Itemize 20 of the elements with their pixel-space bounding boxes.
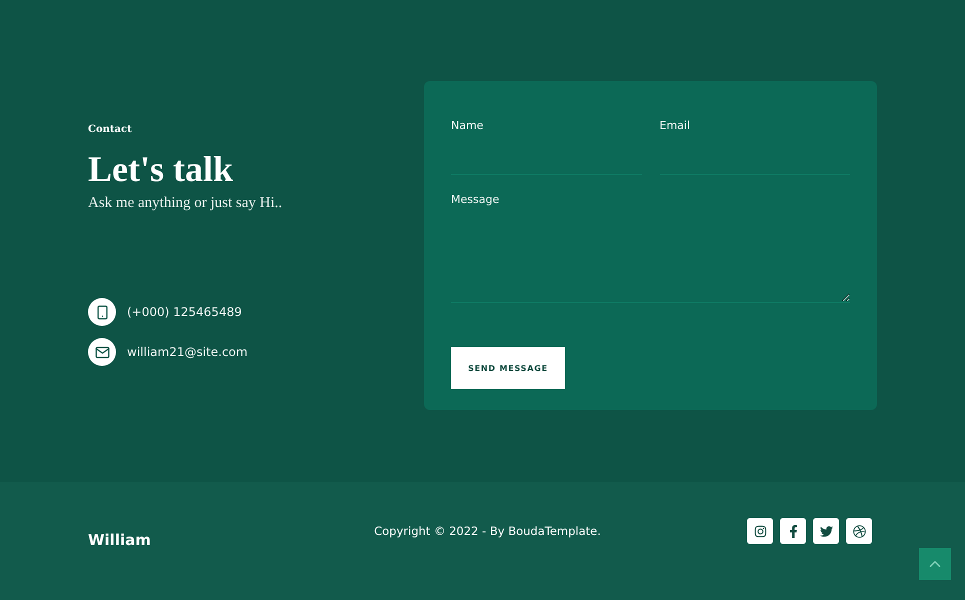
field-label: Name	[451, 119, 484, 132]
email-address: william21@site.com	[127, 345, 248, 359]
instagram-icon	[754, 524, 766, 538]
dribbble-icon	[852, 524, 866, 538]
copyright-text: Copyright © 2022 - By BoudaTemplate.	[373, 524, 602, 538]
phone-icon	[94, 304, 110, 320]
field-label: Email	[660, 119, 692, 132]
send-button[interactable]: SEND MESSAGE	[451, 347, 565, 389]
envelope-icon	[94, 344, 110, 360]
subtitle: Ask me anything or just say Hi..	[88, 195, 284, 212]
heading: Let's talk	[88, 151, 234, 187]
social-link[interactable]	[813, 518, 839, 544]
social-link[interactable]	[747, 518, 773, 544]
field-label: Message	[451, 193, 500, 206]
social-link[interactable]	[780, 518, 806, 544]
brand-name: William	[88, 530, 152, 549]
section-label: Contact	[88, 124, 133, 135]
twitter-icon	[820, 524, 832, 538]
social-link[interactable]	[846, 518, 872, 544]
phone-number: (+000) 125465489	[127, 305, 242, 319]
